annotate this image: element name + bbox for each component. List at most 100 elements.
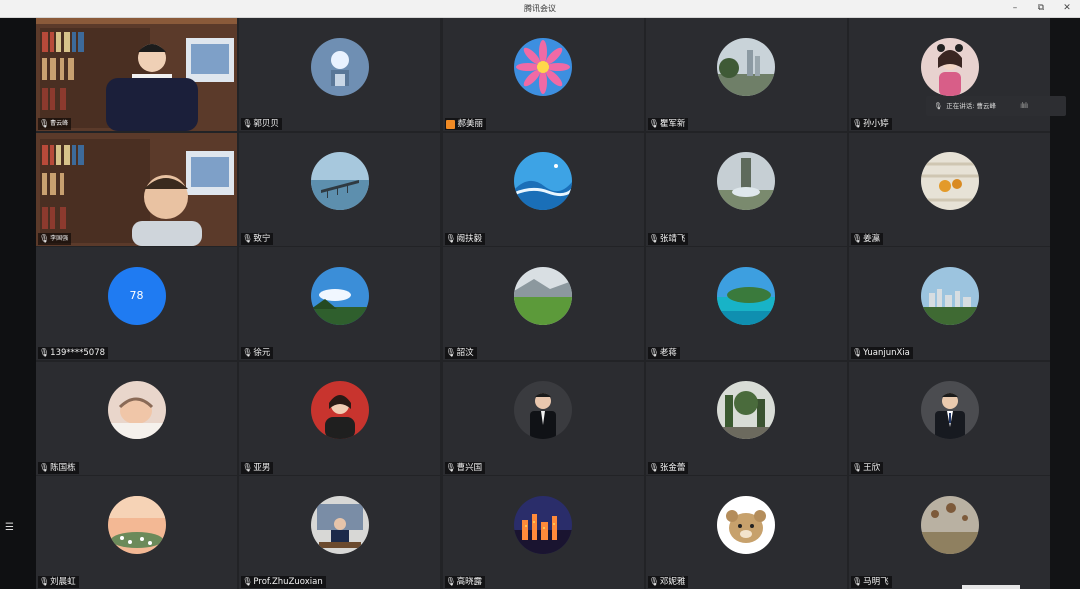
man-suit-avatar-icon: [920, 381, 979, 439]
mic-muted-icon: 🎙: [852, 119, 863, 128]
mic-muted-icon: 🎙: [242, 233, 253, 243]
participant-name-tag: 🎙 陈国栋: [38, 461, 79, 474]
participant-name: 阙扶毅: [456, 233, 483, 244]
man-suit-dark-avatar-icon: [514, 381, 572, 439]
close-button[interactable]: ✕: [1062, 2, 1072, 15]
participant-name: 姜瀛: [863, 233, 881, 244]
participant-tile[interactable]: 🎙 邓妮雅: [645, 476, 847, 589]
participant-name: 徐元: [253, 348, 271, 358]
participant-name-tag: 🎙 YuanjunXia: [851, 347, 913, 359]
participant-tile[interactable]: 🎙 致宁: [239, 132, 441, 246]
lecturer-avatar-icon: [310, 495, 369, 554]
participant-avatar: 78: [107, 266, 166, 325]
participant-name-tag: 🎙 孙小婷: [851, 118, 892, 130]
participant-tile[interactable]: 🎙 YuanjunXia: [849, 247, 1050, 360]
participant-name-tag: 🎙 张靖飞: [647, 232, 689, 245]
participant-name-tag: 🎙 瞿军新: [647, 118, 689, 130]
participant-tile[interactable]: 🎙 老蒋: [645, 247, 847, 360]
participant-name: 瞿军新: [659, 119, 686, 129]
mic-muted-icon: 🎙: [39, 462, 50, 472]
fountain-avatar-icon: [717, 152, 776, 210]
sky-avatar-icon: [310, 266, 369, 325]
wave-avatar-icon: [514, 152, 572, 210]
city-avatar-icon: [920, 266, 979, 325]
participant-name-tag: 🎙 姜瀛: [851, 232, 884, 245]
mic-muted-icon: 🎙: [445, 577, 456, 586]
participant-tile[interactable]: 郝美丽: [442, 18, 644, 131]
participant-tile[interactable]: 🎙 张靖飞: [645, 132, 847, 246]
mic-icon: 🎙: [934, 102, 943, 110]
host-badge-icon: [445, 119, 455, 129]
island-avatar-icon: [717, 266, 776, 325]
participant-name-tag: 🎙 139****5078: [38, 347, 109, 359]
participant-name-tag: 🎙 曹兴国: [444, 461, 486, 474]
participant-name: 139****5078: [50, 348, 106, 358]
mic-muted-icon: 🎙: [39, 119, 50, 128]
participant-name: YuanjunXia: [863, 348, 910, 358]
participant-name-tag: 🎙 亚男: [241, 461, 274, 474]
bottom-toolbar-handle[interactable]: [962, 585, 1020, 589]
participant-name-tag: 🎙 马明飞: [851, 576, 892, 588]
mic-muted-icon: 🎙: [39, 233, 50, 243]
participant-name-tag: 🎙 李国强: [38, 232, 72, 245]
participant-tile[interactable]: 🎙 曹云峰: [36, 18, 237, 131]
meadow-avatar-icon: [514, 266, 572, 325]
participant-tile[interactable]: 🎙 瞿军新: [645, 18, 847, 131]
participant-tile[interactable]: 🎙 高晓露: [442, 476, 644, 589]
mic-muted-icon: 🎙: [852, 462, 863, 472]
participant-tile[interactable]: 78 🎙 139****5078: [36, 247, 237, 360]
snowflake-avatar-icon: [310, 37, 369, 96]
mic-muted-icon: 🎙: [242, 577, 253, 586]
participant-tile[interactable]: 🎙 李国强: [36, 132, 237, 246]
participant-name: Prof.ZhuZuoxian: [253, 577, 323, 587]
mic-muted-icon: 🎙: [648, 233, 659, 243]
participant-name: 张金蕾: [659, 462, 686, 473]
participant-tile[interactable]: 🎙 徐元: [239, 247, 441, 360]
participant-name-tag: 🎙 阙扶毅: [444, 232, 486, 245]
participant-tile[interactable]: 🎙 郭贝贝: [239, 18, 441, 131]
pier-avatar-icon: [310, 152, 369, 210]
mic-muted-icon: 🎙: [242, 462, 253, 472]
balloons-avatar-icon: [920, 495, 979, 554]
participant-name: 邓妮雅: [659, 577, 686, 587]
participant-name: 致宁: [253, 233, 271, 244]
participant-tile[interactable]: 🎙 Prof.ZhuZuoxian: [239, 476, 441, 589]
participant-name: 王欣: [863, 462, 881, 473]
participant-name: 孙小婷: [863, 119, 889, 129]
participant-name: 马明飞: [863, 577, 889, 587]
member-list-icon[interactable]: ☰: [5, 523, 15, 533]
sunset-avatar-icon: [107, 495, 166, 554]
participant-tile[interactable]: 🎙 马明飞: [849, 476, 1050, 589]
participant-tile[interactable]: 🎙 刘晨虹: [36, 476, 237, 589]
participant-name: 老蒋: [659, 348, 677, 358]
mic-muted-icon: 🎙: [39, 577, 50, 586]
speaking-indicator: 🎙 正在讲话: 曹云峰 ılıılı: [926, 96, 1066, 116]
participant-name: 曹云峰: [50, 120, 69, 127]
participant-name: 高晓露: [456, 577, 483, 587]
participant-name-tag: 🎙 老蒋: [647, 347, 680, 359]
restore-button[interactable]: ⧉: [1036, 2, 1046, 15]
woman-red-avatar-icon: [310, 381, 369, 439]
participant-name: 刘晨虹: [50, 577, 76, 587]
girl-avatar-icon: [920, 37, 979, 96]
window-controls: – ⧉ ✕: [1010, 2, 1072, 15]
minimize-button[interactable]: –: [1010, 2, 1020, 15]
participant-tile[interactable]: 🎙 亚男: [239, 361, 441, 475]
left-strip: ☰: [0, 18, 36, 589]
mic-muted-icon: 🎙: [648, 119, 659, 128]
cartoon-bear-avatar-icon: [717, 495, 776, 554]
participant-name-tag: 🎙 致宁: [241, 232, 274, 245]
participant-tile[interactable]: 🎙 姜瀛: [849, 132, 1050, 246]
participant-name-tag: 🎙 邓妮雅: [647, 576, 689, 588]
mic-muted-icon: 🎙: [852, 577, 863, 586]
participant-tile[interactable]: 🎙 陈国栋: [36, 361, 237, 475]
participant-tile[interactable]: 🎙 王欣: [849, 361, 1050, 475]
baby-avatar-icon: [107, 381, 166, 439]
participant-tile[interactable]: 🎙 韶汶: [442, 247, 644, 360]
participant-tile[interactable]: 🎙 阙扶毅: [442, 132, 644, 246]
participant-tile[interactable]: 🎙 张金蕾: [645, 361, 847, 475]
mic-muted-icon: 🎙: [242, 119, 253, 128]
participant-name: 张靖飞: [659, 233, 686, 244]
trees-avatar-icon: [717, 37, 776, 96]
participant-tile[interactable]: 🎙 曹兴国: [442, 361, 644, 475]
